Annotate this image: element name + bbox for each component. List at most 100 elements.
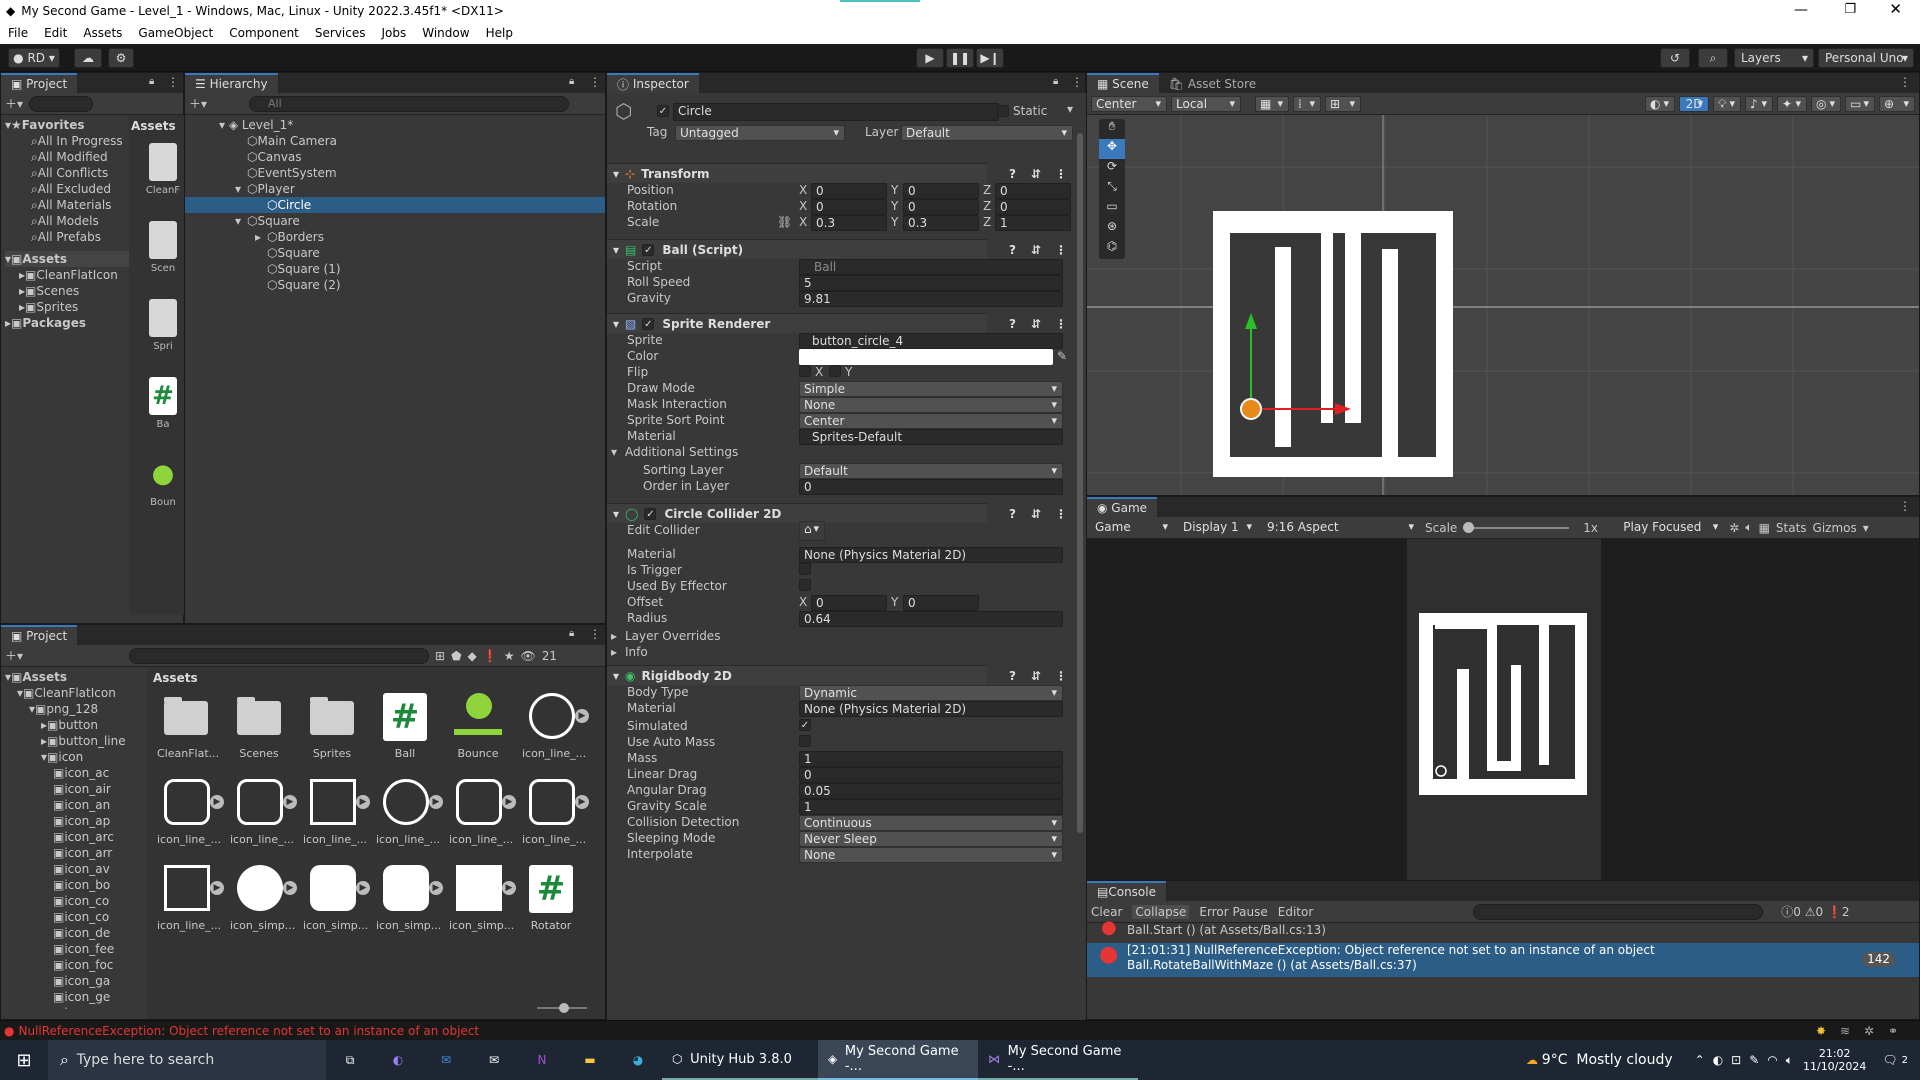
lock-icon[interactable]: 🔒︎ bbox=[149, 76, 154, 87]
taskbar-visual-studio[interactable]: ⋈ My Second Game -... bbox=[978, 1040, 1138, 1080]
asset-item[interactable]: ▶ icon_line_... bbox=[449, 777, 516, 846]
property-field[interactable]: button_circle_4 bbox=[799, 333, 1063, 349]
add-icon[interactable]: ＋▾ bbox=[5, 647, 23, 664]
status-error-text[interactable]: NullReferenceException: Object reference… bbox=[18, 1024, 479, 1038]
property-field[interactable]: 0 bbox=[811, 199, 887, 215]
asset-item[interactable]: ▶ icon_line_... bbox=[157, 777, 224, 846]
asset-item[interactable]: # Ball bbox=[376, 691, 434, 760]
property-checkbox[interactable] bbox=[799, 365, 811, 377]
property-field[interactable]: Ball bbox=[799, 259, 1063, 275]
component-header[interactable]: ▾ ▧ ✓ Sprite Renderer? ⇵ ⋮ bbox=[607, 313, 1067, 333]
lock-icon[interactable]: 🔒︎ bbox=[569, 628, 574, 639]
project-tree-item[interactable]: ▾▣ CleanFlatIcon bbox=[17, 685, 116, 701]
move-tool-icon[interactable]: ✥ bbox=[1099, 139, 1125, 159]
preset-icon[interactable]: ⇵ bbox=[1031, 317, 1041, 331]
preset-icon[interactable]: ⇵ bbox=[1031, 243, 1041, 257]
asset-thumbnail[interactable]: # Ba bbox=[143, 377, 183, 430]
asset-item[interactable]: ▶ icon_line_... bbox=[230, 777, 297, 846]
component-menu-icon[interactable]: ⋮ bbox=[1055, 507, 1067, 521]
property-field[interactable]: 0 bbox=[903, 183, 979, 199]
favorite-item[interactable]: ⌕ All Excluded bbox=[31, 181, 111, 197]
filter-label-icon[interactable]: ⬟ bbox=[451, 649, 461, 663]
property-dropdown[interactable]: Simple bbox=[799, 381, 1063, 397]
tab-inspector[interactable]: ⓘ Inspector bbox=[607, 73, 699, 93]
project-tree-item[interactable]: ▣ icon_air bbox=[53, 781, 111, 797]
tray-chevron-icon[interactable]: ⌃ bbox=[1695, 1053, 1705, 1067]
clock[interactable]: 21:02 11/10/2024 bbox=[1803, 1047, 1866, 1073]
property-field[interactable]: 0 bbox=[995, 183, 1071, 199]
project-search[interactable] bbox=[129, 647, 430, 664]
project-tree-item[interactable]: ▾▣ Assets bbox=[5, 669, 67, 685]
project-tree-item[interactable]: ▣ icon_co bbox=[53, 909, 109, 925]
property-field[interactable]: Sprites-Default bbox=[799, 429, 1063, 445]
favorite-item[interactable]: ⌕ All Prefabs bbox=[31, 229, 101, 245]
object-name-field[interactable]: Circle bbox=[673, 103, 999, 121]
scene-root[interactable]: ▾ ◈ Level_1* bbox=[219, 117, 293, 133]
component-menu-icon[interactable]: ⋮ bbox=[1055, 167, 1067, 181]
effects-icon[interactable]: ✦ bbox=[1777, 95, 1807, 112]
hierarchy-item[interactable]: ▸ ⬡ Borders bbox=[219, 229, 324, 245]
hierarchy-item[interactable]: ⬡ Circle bbox=[185, 197, 605, 213]
menu-component[interactable]: Component bbox=[221, 26, 307, 40]
add-icon[interactable]: ＋▾ bbox=[189, 95, 207, 112]
asset-item[interactable]: ▶ icon_line_... bbox=[376, 777, 443, 846]
tray-display-icon[interactable]: ⊡ bbox=[1731, 1053, 1741, 1067]
property-dropdown[interactable]: None bbox=[799, 847, 1063, 863]
edit-collider-icon[interactable]: ⌂ bbox=[799, 521, 825, 541]
preset-icon[interactable]: ⇵ bbox=[1031, 669, 1041, 683]
warning-icon[interactable]: ❗ bbox=[483, 649, 498, 663]
property-checkbox[interactable]: ✓ bbox=[799, 719, 811, 731]
play-button[interactable]: ▶ bbox=[916, 48, 944, 68]
tab-asset-store[interactable]: 🛍︎ Asset Store bbox=[1158, 73, 1267, 93]
asset-item[interactable]: CleanFlat... bbox=[157, 691, 219, 760]
asset-thumbnail[interactable]: CleanF bbox=[143, 143, 183, 196]
property-field[interactable]: None (Physics Material 2D) bbox=[799, 701, 1063, 717]
2d-toggle[interactable]: 2D bbox=[1679, 95, 1709, 112]
property-field[interactable]: 1 bbox=[799, 799, 1063, 815]
help-icon[interactable]: ? bbox=[1009, 317, 1016, 331]
more-menu-icon[interactable]: ⋮ bbox=[589, 627, 601, 641]
asset-item[interactable]: ▶ icon_line_... bbox=[303, 777, 370, 846]
project-tree-item[interactable]: ▣ icon_an bbox=[53, 797, 110, 813]
property-checkbox[interactable] bbox=[799, 735, 811, 747]
favorite-item[interactable]: ⌕ All Models bbox=[31, 213, 99, 229]
rect-tool-icon[interactable]: ▭ bbox=[1099, 199, 1125, 219]
property-field[interactable]: 0.3 bbox=[903, 215, 979, 231]
scene-viewport[interactable]: ✋︎ ✥ ⟳ ⤡ ▭ ⊛ ⌬ bbox=[1087, 115, 1919, 495]
property-field[interactable]: 0.05 bbox=[799, 783, 1063, 799]
property-dropdown[interactable]: Never Sleep bbox=[799, 831, 1063, 847]
project-tree-item[interactable]: ▣ icon_fee bbox=[53, 941, 114, 957]
hierarchy-item[interactable]: ⬡ Square bbox=[219, 245, 320, 261]
preset-icon[interactable]: ⇵ bbox=[1031, 167, 1041, 181]
asset-item[interactable]: ▶ icon_line_... bbox=[522, 691, 589, 760]
component-enabled-checkbox[interactable]: ✓ bbox=[642, 243, 655, 256]
hidden-icon[interactable]: ◎ bbox=[1811, 95, 1841, 112]
component-menu-icon[interactable]: ⋮ bbox=[1055, 317, 1067, 331]
explorer-icon[interactable]: ▬ bbox=[566, 1053, 614, 1067]
grid-snap-icon[interactable]: ▦ bbox=[1255, 95, 1289, 112]
favorite-item[interactable]: ⌕ All Conflicts bbox=[31, 165, 108, 181]
property-field[interactable]: 1 bbox=[799, 751, 1063, 767]
property-checkbox[interactable] bbox=[829, 365, 841, 377]
pivot-dropdown[interactable]: Center bbox=[1091, 95, 1167, 112]
space-dropdown[interactable]: Local bbox=[1171, 95, 1241, 112]
hand-tool-icon[interactable]: ✋︎ bbox=[1099, 119, 1125, 139]
asset-item[interactable]: ▶ icon_simp... bbox=[230, 863, 297, 932]
lock-icon[interactable]: 🔒︎ bbox=[1053, 76, 1058, 87]
scale-slider[interactable] bbox=[1463, 521, 1570, 533]
favorite-item[interactable]: ⌕ All Modified bbox=[31, 149, 108, 165]
display-dropdown[interactable]: Display 1 bbox=[1179, 519, 1257, 536]
rotate-tool-icon[interactable]: ⟳ bbox=[1099, 159, 1125, 179]
weather-icon[interactable]: ☁ bbox=[1526, 1053, 1538, 1067]
asset-thumbnail[interactable]: ● Boun bbox=[143, 455, 183, 508]
lighting-icon[interactable]: 💡︎ bbox=[1713, 95, 1741, 112]
star-icon[interactable]: ★ bbox=[504, 649, 515, 663]
component-enabled-checkbox[interactable]: ✓ bbox=[644, 507, 657, 520]
assets-folder[interactable]: ▾▣ Assets bbox=[5, 251, 129, 267]
property-field[interactable]: 0.3 bbox=[811, 215, 887, 231]
transform-tool-icon[interactable]: ⊛ bbox=[1099, 219, 1125, 239]
network-icon[interactable]: ⚭ bbox=[1888, 1024, 1898, 1038]
project-tree-item[interactable]: ▣ icon_me bbox=[53, 1005, 114, 1009]
search-icon[interactable]: ⌕ bbox=[1698, 48, 1728, 68]
console-message-selected[interactable]: ● [21:01:31] NullReferenceException: Obje… bbox=[1087, 943, 1919, 977]
